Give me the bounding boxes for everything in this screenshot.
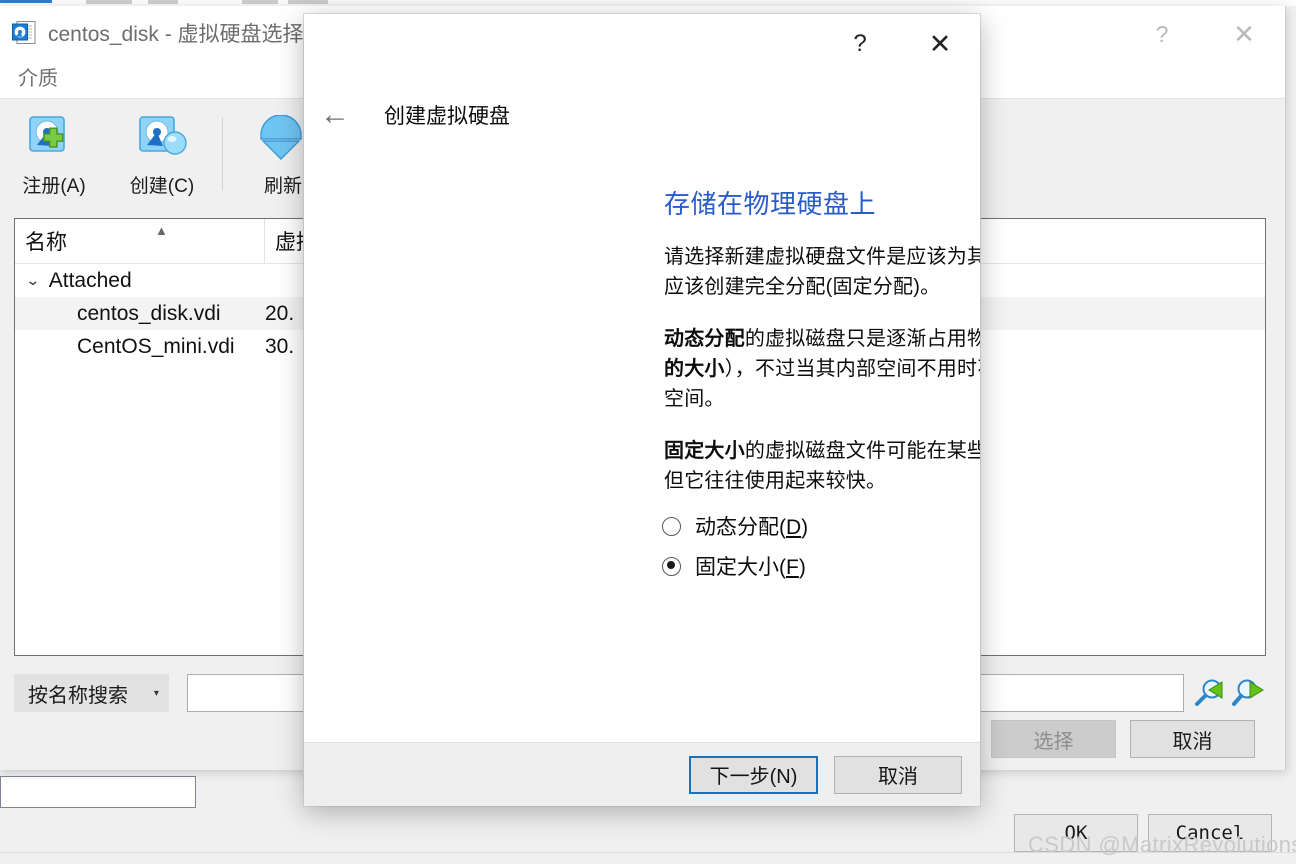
disk-create-icon [134,115,190,167]
toolbar-separator [222,117,223,191]
toolbar-label-register: 注册(A) [22,176,86,197]
search-mode-dropdown[interactable]: 按名称搜索 ▾ [14,674,169,712]
toolbar-item-register[interactable]: 注册(A) [0,109,108,198]
background-window-blob [148,0,178,4]
outer-text-input[interactable] [0,776,196,808]
search-prev-icon[interactable] [1192,678,1226,708]
wizard-paragraph-1: 请选择新建虚拟硬盘文件是应该为其使用而分配(动态分配)，还是应该创建完全分配(固… [664,246,980,298]
radio-mark-dynamic[interactable] [662,516,681,536]
create-virtual-hard-disk-dialog: ? ✕ ← 创建虚拟硬盘 存储在物理硬盘上 请选择新建虚拟硬盘文件是应该为其使用… [304,14,980,806]
watermark: CSDN @MatrixRevolutions [1028,832,1296,857]
wizard-close-button[interactable]: ✕ [900,14,980,74]
selector-subtitle: 介质 [18,68,58,90]
select-button[interactable]: 选择 [991,720,1116,758]
radio-label-fixed: 固定大小(F) [695,556,806,579]
search-mode-label: 按名称搜索 [28,684,128,707]
wizard-help-button[interactable]: ? [820,14,900,74]
row-name-cell: CentOS_mini.vdi [77,334,235,358]
disk-add-icon [26,115,82,167]
radio-option-fixed[interactable]: 固定大小(F) [662,546,808,586]
wizard-header-title: 创建虚拟硬盘 [384,105,510,128]
wizard-paragraph-3: 固定大小的虚拟磁盘文件可能在某些系统中要花很长时间来创建，但它往往使用起来较快。 [664,440,980,492]
page-title: 存储在物理硬盘上 [664,189,877,219]
toolbar-label-refresh: 刷新 [263,176,302,197]
chevron-down-icon[interactable]: ⌄ [25,272,40,289]
refresh-icon [255,114,311,167]
toolbar-item-create[interactable]: 创建(C) [108,109,216,198]
background-window-blob [242,0,278,4]
wizard-header: ← 创建虚拟硬盘 [304,100,510,130]
wizard-body: 请选择新建虚拟硬盘文件是应该为其使用而分配(动态分配)，还是应该创建完全分配(固… [664,242,980,518]
back-arrow-icon[interactable]: ← [320,100,350,130]
wizard-paragraph-2: 动态分配的虚拟磁盘只是逐渐占用物理硬盘的空间（直至达到 分配的大小），不过当其内… [664,328,980,410]
wizard-footer: 下一步(N) 取消 [304,742,980,806]
toolbar-label-create: 创建(C) [129,176,195,197]
radio-mark-fixed[interactable] [662,556,681,576]
wizard-window-controls: ? ✕ [820,14,980,74]
vdi-file-icon [11,20,37,46]
next-button[interactable]: 下一步(N) [689,755,818,794]
screen-root: OK Cancel centos_disk - 虚拟硬盘选择 介质 ? ✕ 注册… [0,0,1296,864]
chevron-down-icon: ▾ [153,687,159,699]
background-window-blob [288,0,328,4]
wizard-cancel-button[interactable]: 取消 [834,755,962,794]
background-window-accent [0,0,52,3]
background-window-blob [86,0,132,4]
column-header-name[interactable]: 名称 ▲ [15,219,265,263]
close-button[interactable]: ✕ [1203,6,1285,62]
column-header-name-label: 名称 [25,231,67,254]
help-button[interactable]: ? [1121,6,1203,62]
selector-title-text: centos_disk - 虚拟硬盘选择 [48,23,304,46]
selector-window-controls: ? ✕ [1121,6,1285,62]
list-group-label: Attached [48,268,132,292]
storage-type-radio-group: 动态分配(D) 固定大小(F) [662,506,808,586]
radio-option-dynamic[interactable]: 动态分配(D) [662,506,808,546]
search-navigation [1192,678,1266,708]
sort-ascending-icon: ▲ [155,223,168,238]
radio-label-dynamic: 动态分配(D) [695,516,809,539]
row-name-cell: centos_disk.vdi [77,301,221,325]
search-next-icon[interactable] [1232,678,1266,708]
selector-title: centos_disk - 虚拟硬盘选择 [11,18,304,48]
selector-cancel-button[interactable]: 取消 [1130,720,1255,758]
